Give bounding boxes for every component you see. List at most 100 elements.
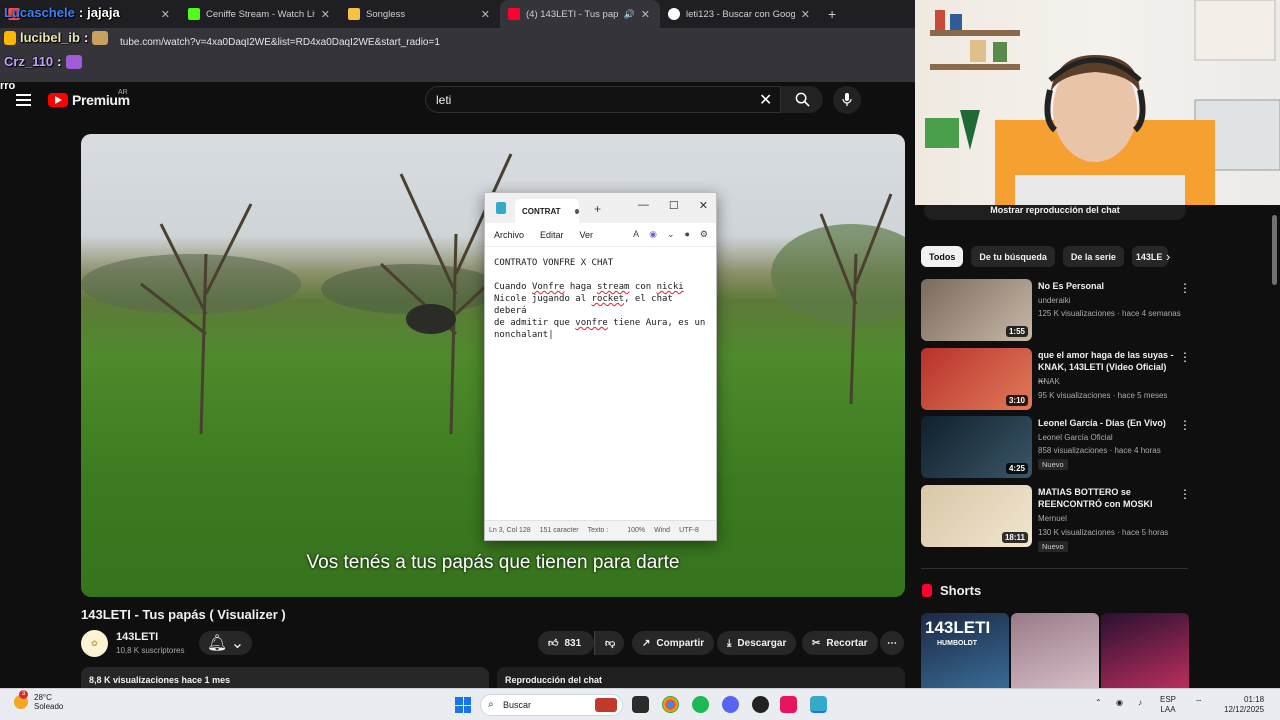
recommendation-meta: 130 K visualizaciones · hace 5 horas	[1038, 528, 1169, 537]
close-tab-icon[interactable]: ✕	[801, 8, 810, 21]
new-tab-icon[interactable]: +	[820, 6, 844, 22]
account-icon[interactable]: ●	[684, 229, 689, 240]
more-vertical-icon[interactable]: ⋮	[1179, 418, 1191, 432]
notepad-tab[interactable]: CONTRAT	[515, 199, 579, 223]
tab-ceniffe[interactable]: Ceniffe Stream - Watch Live on ✕	[180, 0, 340, 28]
dislike-button[interactable]: 👎︎	[594, 631, 624, 655]
short-thumbnail[interactable]	[1011, 613, 1099, 693]
settings-gear-icon[interactable]: ⚙	[700, 229, 708, 240]
more-vertical-icon[interactable]: ⋮	[1179, 350, 1191, 364]
close-tab-icon[interactable]: ✕	[641, 8, 650, 21]
close-tab-icon[interactable]: ✕	[481, 8, 490, 21]
clip-button[interactable]: ✂ Recortar	[802, 631, 878, 655]
menu-file[interactable]: Archivo	[494, 230, 524, 240]
video-thumbnail[interactable]: 3:10	[921, 348, 1032, 410]
download-button[interactable]: ⤓ Descargar	[717, 631, 797, 655]
notepad-text-area[interactable]: CONTRATO VONFRE X CHAT Cuando Vonfre hag…	[485, 247, 716, 519]
chip-143leti[interactable]: 143LE	[1131, 246, 1168, 267]
video-thumbnail[interactable]: 4:25	[921, 416, 1032, 478]
discord-icon[interactable]	[722, 696, 739, 713]
more-vertical-icon[interactable]: ⋮	[1179, 487, 1191, 501]
task-view-icon[interactable]	[632, 696, 649, 713]
language-indicator[interactable]: ESP LAA	[1160, 695, 1176, 715]
taskbar-search-input[interactable]: ⌕ Buscar	[480, 694, 623, 716]
short-thumbnail[interactable]	[1101, 613, 1189, 693]
chevron-down-icon[interactable]: ⌄	[667, 229, 675, 240]
channel-name[interactable]: 143LETI	[116, 631, 158, 643]
microphone-icon[interactable]: ♪	[1138, 698, 1142, 708]
clear-search-icon[interactable]: ✕	[759, 90, 772, 110]
page-scrollbar[interactable]	[1271, 205, 1278, 685]
youtube-premium-logo[interactable]: Premium AR	[48, 89, 130, 108]
more-actions-button[interactable]: ⋯	[880, 631, 904, 655]
app-icon[interactable]	[752, 696, 769, 713]
tab-google[interactable]: leti123 - Buscar con Google ✕	[660, 0, 820, 28]
short-thumbnail[interactable]: 143LETI HUMBOLDT	[921, 613, 1009, 693]
search-button[interactable]	[781, 86, 823, 113]
notepad-taskbar-icon[interactable]	[810, 696, 827, 713]
notifications-button[interactable]: 🔔︎ ⌄	[199, 631, 252, 655]
recommendation-meta: 95 K visualizaciones · hace 5 meses	[1038, 391, 1168, 400]
windows-start-icon[interactable]	[455, 697, 471, 713]
channel-avatar[interactable]: ✿	[81, 630, 108, 657]
notepad-paragraph: Cuando Vonfre haga stream con nicki Nico…	[494, 282, 705, 340]
address-bar[interactable]: tube.com/watch?v=4xa0DaqI2WE&list=RD4xa0…	[0, 28, 915, 56]
status-zoom: 100%	[627, 527, 646, 534]
chip-from-series[interactable]: De la serie	[1062, 246, 1124, 267]
maximize-icon[interactable]: ☐	[669, 199, 679, 212]
notepad-window[interactable]: CONTRAT + — ☐ ✕ Archivo Editar Ver A ◉ ⌄…	[484, 192, 717, 541]
misspelled-word: stream	[596, 282, 630, 292]
minimize-icon[interactable]: —	[638, 199, 649, 212]
close-tab-icon[interactable]: ✕	[161, 8, 170, 21]
url-text: tube.com/watch?v=4xa0DaqI2WE&list=RD4xa0…	[120, 36, 440, 48]
menu-edit[interactable]: Editar	[540, 230, 564, 240]
copilot-icon[interactable]: ◉	[649, 229, 657, 240]
recommendation-title: Leonel García - Días (En Vivo)	[1038, 418, 1166, 428]
new-tab-icon[interactable]: +	[594, 202, 601, 216]
search-value: leti	[436, 92, 452, 107]
like-button[interactable]: 👍︎ 831	[538, 631, 594, 655]
chip-from-search[interactable]: De tu búsqueda	[971, 246, 1055, 267]
chip-all[interactable]: Todos	[921, 246, 964, 267]
chrome-icon[interactable]	[662, 696, 679, 713]
voice-search-button[interactable]	[833, 86, 861, 114]
search-input[interactable]: leti	[425, 86, 781, 113]
music-app-icon[interactable]	[780, 696, 797, 713]
emote-icon	[65, 54, 82, 69]
hamburger-menu-icon[interactable]	[16, 94, 31, 106]
notepad-titlebar[interactable]: CONTRAT + — ☐ ✕	[485, 193, 716, 223]
close-tab-icon[interactable]: ✕	[321, 8, 330, 21]
scrollbar-thumb[interactable]	[1272, 215, 1277, 285]
share-icon: ↗	[642, 637, 651, 649]
more-vertical-icon[interactable]: ⋮	[1179, 281, 1191, 295]
like-count: 831	[564, 637, 582, 649]
weather-widget[interactable]: 3 28°C Soleado	[14, 690, 64, 711]
show-chat-replay-label: Mostrar reproducción del chat	[990, 205, 1120, 215]
menu-view[interactable]: Ver	[580, 230, 594, 240]
network-icon[interactable]: ◉	[1116, 698, 1123, 708]
video-thumbnail[interactable]: 18:11	[921, 485, 1032, 547]
weather-condition: Soleado	[34, 702, 64, 711]
recommendation-meta: 858 visualizaciones · hace 4 horas	[1038, 446, 1161, 455]
tab-youtube[interactable]: (4) 143LETI - Tus papás ( Vi 🔊 ✕	[500, 0, 660, 28]
chevron-right-icon[interactable]: ›	[1166, 249, 1170, 264]
misspelled-word: rocket	[591, 294, 625, 304]
short-sublabel: HUMBOLDT	[937, 640, 978, 647]
recommendation-item[interactable]: 3:10 que el amor haga de las suyas - KNA…	[921, 348, 1191, 410]
font-icon[interactable]: A	[633, 229, 639, 240]
wifi-icon[interactable]: ⌔	[1195, 698, 1203, 708]
video-title: 143LETI - Tus papás ( Visualizer )	[81, 607, 286, 622]
video-thumbnail[interactable]: 1:55	[921, 279, 1032, 341]
text-run: haga	[564, 282, 597, 292]
spotify-icon[interactable]	[692, 696, 709, 713]
recommendation-item[interactable]: 18:11 MATIAS BOTTERO se REENCONTRÓ con M…	[921, 485, 1191, 552]
tab-songless[interactable]: Songless ✕	[340, 0, 500, 28]
chevron-up-icon[interactable]: ⌃	[1095, 698, 1102, 708]
close-icon[interactable]: ✕	[699, 199, 708, 212]
clock-date: 12/12/2025	[1224, 705, 1265, 714]
clock[interactable]: 01:18 12/12/2025	[1224, 695, 1264, 715]
recommendation-item[interactable]: 4:25 Leonel García - Días (En Vivo) Leon…	[921, 416, 1191, 478]
share-button[interactable]: ↗ Compartir	[632, 631, 715, 655]
speaker-icon[interactable]: 🔊	[624, 9, 635, 20]
recommendation-item[interactable]: 1:55 No Es Personal underaiki 125 K visu…	[921, 279, 1191, 341]
